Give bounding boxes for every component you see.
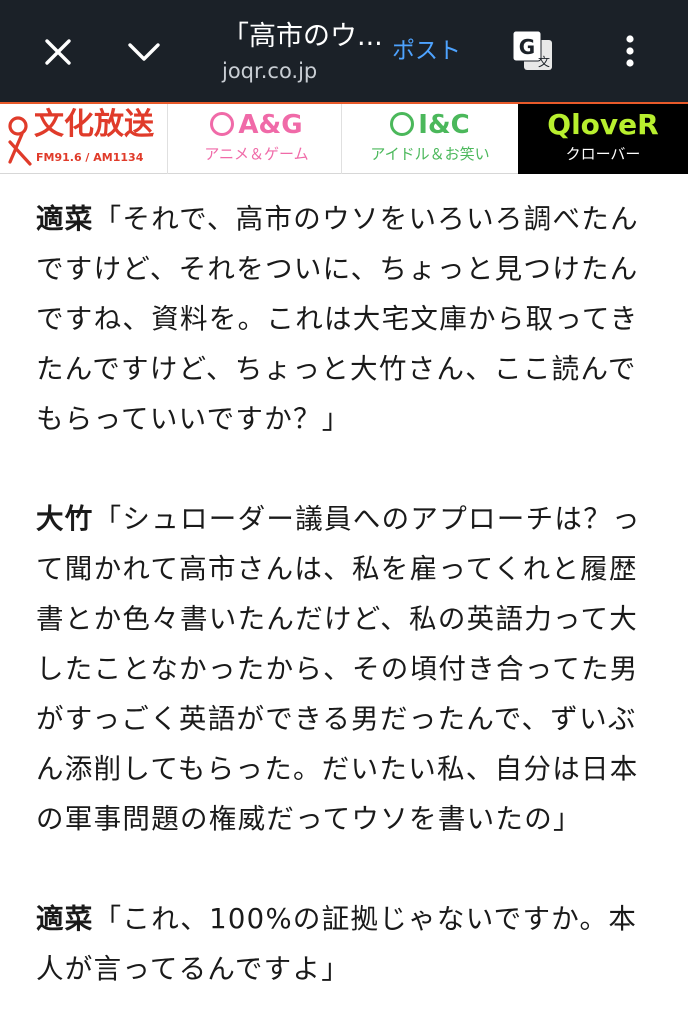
page-title: 「高市のウ... bbox=[222, 21, 383, 52]
ic-subtitle: アイドル＆お笑い bbox=[370, 145, 490, 163]
speaker-name: 大竹 bbox=[36, 503, 94, 535]
post-button[interactable]: ポスト bbox=[392, 36, 461, 66]
close-button[interactable] bbox=[30, 24, 86, 80]
speaker-name: 適菜 bbox=[36, 903, 94, 935]
qlover-logo: QloveR bbox=[547, 108, 659, 141]
speaker-name: 適菜 bbox=[36, 203, 94, 235]
ic-logo-wrap: I&C bbox=[344, 110, 516, 140]
bunka-hoso-logo: 文化放送 bbox=[34, 107, 154, 142]
dialogue-text: 「それで、高市のウソをいろいろ調べたんですけど、それをついに、ちょっと見つけたん… bbox=[36, 203, 639, 435]
page-title-block: 「高市のウ... joqr.co.jp bbox=[222, 20, 392, 84]
qlover-link[interactable]: QloveR クローバー bbox=[518, 104, 688, 174]
dialogue-paragraph: 適菜「これ、100%の証拠じゃないですか。本人が言ってるんですよ」 bbox=[36, 894, 656, 994]
more-vert-icon bbox=[626, 35, 634, 67]
chevron-down-icon bbox=[128, 43, 160, 61]
qlover-subtitle: クローバー bbox=[565, 145, 641, 163]
dialogue-text: 「これ、100%の証拠じゃないですか。本人が言ってるんですよ」 bbox=[36, 903, 638, 985]
dialogue-text: 「シュローダー議員へのアプローチは？って聞かれて高市さんは、私を雇ってくれと履歴… bbox=[36, 503, 641, 835]
svg-text:G: G bbox=[519, 35, 535, 59]
close-icon bbox=[45, 39, 71, 65]
dialogue-paragraph: 大竹「シュローダー議員へのアプローチは？って聞かれて高市さんは、私を雇ってくれと… bbox=[36, 494, 656, 844]
collapse-button[interactable] bbox=[116, 24, 172, 80]
ic-logo: I&C bbox=[418, 110, 470, 140]
browser-top-bar: 「高市のウ... joqr.co.jp ポスト G 文 bbox=[0, 0, 688, 102]
translate-button[interactable]: G 文 bbox=[510, 28, 556, 74]
ag-logo-wrap: A&G bbox=[172, 110, 341, 140]
ic-ring-icon bbox=[390, 112, 415, 136]
article-body: 適菜「それで、高市のウソをいろいろ調べたんですけど、それをついに、ちょっと見つけ… bbox=[36, 194, 656, 994]
bunka-hoso-link[interactable]: 文化放送 FM91.6 / AM1134 bbox=[0, 104, 168, 174]
ag-subtitle: アニメ＆ゲーム bbox=[204, 145, 309, 163]
ic-link[interactable]: I&C アイドル＆お笑い bbox=[344, 104, 516, 174]
ag-logo: A&G bbox=[238, 110, 303, 140]
more-menu-button[interactable] bbox=[612, 28, 648, 74]
page-url: joqr.co.jp bbox=[222, 59, 318, 83]
svg-text:文: 文 bbox=[538, 54, 550, 69]
bunka-hoso-mark-icon bbox=[8, 116, 32, 166]
translate-icon: G 文 bbox=[512, 30, 552, 70]
station-banner: 文化放送 FM91.6 / AM1134 A&G アニメ＆ゲーム I&C アイド… bbox=[0, 102, 688, 174]
ag-ring-icon bbox=[210, 112, 235, 136]
dialogue-paragraph: 適菜「それで、高市のウソをいろいろ調べたんですけど、それをついに、ちょっと見つけ… bbox=[36, 194, 656, 444]
ag-link[interactable]: A&G アニメ＆ゲーム bbox=[172, 104, 342, 174]
bunka-hoso-frequency: FM91.6 / AM1134 bbox=[36, 151, 144, 164]
